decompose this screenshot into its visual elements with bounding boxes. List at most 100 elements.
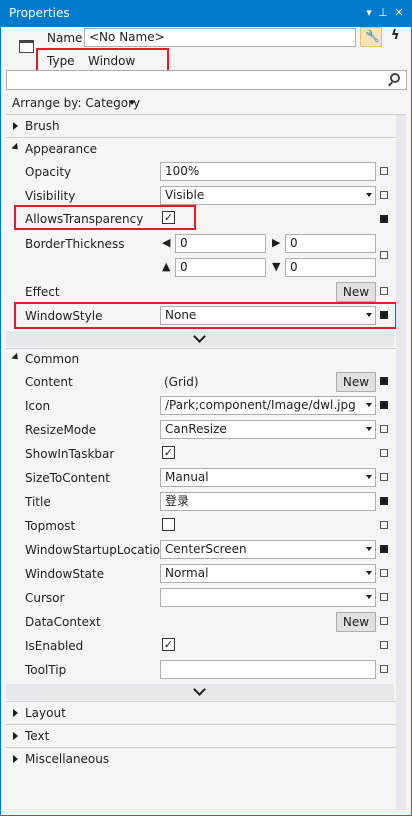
- property-marker-set[interactable]: [380, 497, 388, 505]
- chevron-down-icon: [193, 683, 206, 696]
- property-marker[interactable]: [380, 449, 388, 457]
- property-marker[interactable]: [380, 521, 388, 529]
- effect-new-button[interactable]: New: [336, 282, 376, 302]
- expand-arrow-icon: [13, 755, 18, 763]
- property-marker[interactable]: [380, 191, 388, 199]
- expand-arrow-icon: [13, 732, 18, 740]
- dropdown-icon[interactable]: ▾: [362, 4, 376, 22]
- category-label: Layout: [25, 706, 66, 720]
- prop-label-datacontext: DataContext: [25, 615, 101, 629]
- advanced-expander[interactable]: [6, 683, 394, 700]
- combo-value: CanResize: [165, 422, 227, 436]
- chevron-down-icon: [366, 403, 372, 407]
- advanced-expander[interactable]: [6, 330, 394, 347]
- icon-combobox[interactable]: /Park;component/Image/dwl.jpg: [160, 396, 376, 415]
- property-marker-set[interactable]: [380, 215, 388, 223]
- arrow-down-icon: ▼: [272, 260, 281, 273]
- border-right-input[interactable]: 0: [285, 234, 376, 253]
- property-marker[interactable]: [380, 665, 388, 673]
- property-marker[interactable]: [380, 641, 388, 649]
- chevron-down-icon: [366, 571, 372, 575]
- isenabled-checkbox[interactable]: ✓: [162, 638, 175, 651]
- category-label: Text: [25, 729, 50, 743]
- tooltip-input[interactable]: [160, 660, 376, 679]
- title-input[interactable]: 登录: [160, 492, 376, 511]
- chevron-down-icon: [366, 475, 372, 479]
- prop-label-cursor: Cursor: [25, 591, 65, 605]
- search-input[interactable]: [6, 70, 407, 90]
- prop-label-showintaskbar: ShowInTaskbar: [25, 447, 115, 461]
- category-common[interactable]: Common: [0, 348, 412, 370]
- chevron-down-icon: [366, 193, 372, 197]
- category-label: Common: [25, 352, 80, 366]
- events-button[interactable]: ϟ: [385, 27, 407, 47]
- close-icon[interactable]: ✕: [392, 4, 406, 22]
- cursor-combobox[interactable]: [160, 588, 376, 607]
- property-marker[interactable]: [380, 617, 388, 625]
- panel-title: Properties: [9, 6, 70, 20]
- expand-arrow-icon: [13, 122, 18, 130]
- collapse-arrow-icon: [11, 352, 21, 363]
- category-appearance[interactable]: Appearance: [0, 138, 412, 160]
- chevron-down-icon: [366, 547, 372, 551]
- name-label: Name: [47, 31, 83, 45]
- prop-label-resizemode: ResizeMode: [25, 423, 97, 437]
- property-marker[interactable]: [380, 251, 388, 259]
- category-text[interactable]: Text: [0, 725, 412, 747]
- vertical-scrollbar[interactable]: [396, 115, 406, 810]
- visibility-combobox[interactable]: Visible: [160, 186, 376, 205]
- property-marker-set[interactable]: [380, 545, 388, 553]
- showintaskbar-checkbox[interactable]: ✓: [162, 446, 175, 459]
- prop-label-tooltip: ToolTip: [25, 663, 67, 677]
- combo-value: Normal: [165, 566, 209, 580]
- windowstate-combobox[interactable]: Normal: [160, 564, 376, 583]
- border-left-input[interactable]: 0: [175, 234, 266, 253]
- property-marker[interactable]: [380, 425, 388, 433]
- windowstartuplocation-combobox[interactable]: CenterScreen: [160, 540, 376, 559]
- resizemode-combobox[interactable]: CanResize: [160, 420, 376, 439]
- combo-value: /Park;component/Image/dwl.jpg: [165, 398, 356, 412]
- lightning-icon: ϟ: [391, 28, 400, 43]
- combo-value: CenterScreen: [165, 542, 247, 556]
- properties-button[interactable]: 🔧: [360, 27, 382, 47]
- content-new-button[interactable]: New: [336, 372, 376, 392]
- prop-label-opacity: Opacity: [25, 165, 72, 179]
- combo-value: Manual: [165, 470, 209, 484]
- category-label: Miscellaneous: [25, 752, 110, 766]
- prop-label-windowstate: WindowState: [25, 567, 105, 581]
- arrow-left-icon: ◀: [162, 236, 171, 249]
- category-layout[interactable]: Layout: [0, 702, 412, 724]
- arrange-by-dropdown[interactable]: Arrange by: Category: [12, 96, 140, 110]
- content-value: (Grid): [164, 375, 199, 389]
- collapse-arrow-icon: [11, 142, 21, 153]
- property-marker[interactable]: [380, 167, 388, 175]
- property-marker-set[interactable]: [380, 401, 388, 409]
- opacity-input[interactable]: 100%: [160, 162, 376, 181]
- category-label: Appearance: [25, 142, 98, 156]
- highlight-box-windowstyle: [14, 302, 397, 329]
- property-marker[interactable]: [380, 287, 388, 295]
- property-marker-set[interactable]: [380, 377, 388, 385]
- pin-icon[interactable]: ⊥: [376, 4, 390, 22]
- prop-label-topmost: Topmost: [25, 519, 76, 533]
- topmost-checkbox[interactable]: [162, 518, 175, 531]
- name-input[interactable]: <No Name>: [84, 28, 356, 47]
- combo-value: Visible: [165, 188, 205, 202]
- property-marker[interactable]: [380, 569, 388, 577]
- border-bottom-input[interactable]: 0: [285, 258, 376, 277]
- category-miscellaneous[interactable]: Miscellaneous: [0, 748, 412, 770]
- arrow-up-icon: ▲: [162, 260, 171, 273]
- property-marker[interactable]: [380, 473, 388, 481]
- datacontext-new-button[interactable]: New: [336, 612, 376, 632]
- border-top-input[interactable]: 0: [175, 258, 266, 277]
- sizetocontent-combobox[interactable]: Manual: [160, 468, 376, 487]
- prop-label-isenabled: IsEnabled: [25, 639, 84, 653]
- prop-label-visibility: Visibility: [25, 189, 76, 203]
- prop-label-icon: Icon: [25, 399, 51, 413]
- property-marker[interactable]: [380, 593, 388, 601]
- category-brush[interactable]: Brush: [0, 115, 412, 137]
- prop-label-content: Content: [25, 375, 73, 389]
- panel-titlebar: Properties ▾ ⊥ ✕: [0, 0, 412, 27]
- arrange-chevron-icon: [129, 101, 135, 105]
- arrow-right-icon: ▶: [272, 236, 281, 249]
